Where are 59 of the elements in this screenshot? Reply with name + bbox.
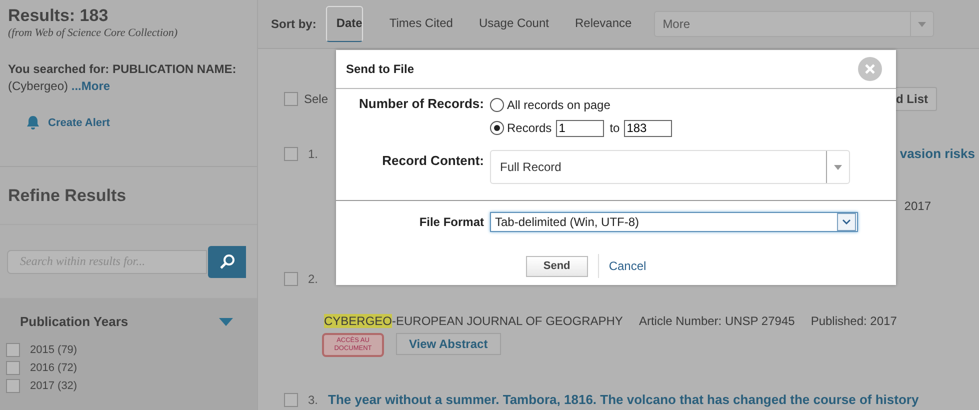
result-number: 3. bbox=[308, 392, 318, 406]
facet-option[interactable]: 2017 (32) bbox=[30, 380, 78, 392]
record-content-label: Record Content: bbox=[381, 152, 484, 170]
to-field[interactable]: 183 bbox=[624, 120, 672, 136]
number-of-records-label: Number of Records: bbox=[358, 95, 484, 113]
published-date: Published: 2017 bbox=[810, 314, 897, 328]
article-number: Article Number: UNSP 27945 bbox=[638, 314, 795, 328]
refine-heading: Refine Results bbox=[0, 167, 257, 225]
search-button[interactable] bbox=[208, 246, 246, 278]
facet-option[interactable]: 2015 (79) bbox=[30, 344, 78, 356]
result-title[interactable]: The year without a summer. Tambora, 1816. The volcano that has changed the course of history bbox=[328, 392, 919, 407]
from-field[interactable]: 1 bbox=[556, 120, 604, 136]
result-title[interactable]: vasion risks bbox=[900, 146, 975, 161]
search-icon bbox=[219, 254, 235, 270]
sort-label: Sort by: bbox=[271, 17, 316, 31]
result-checkbox[interactable] bbox=[284, 272, 298, 286]
results-heading: Results: 183 bbox=[8, 6, 110, 26]
sort-option[interactable]: Times Cited bbox=[389, 16, 453, 32]
more-dropdown[interactable]: More bbox=[654, 11, 934, 37]
view-abstract-button[interactable]: View Abstract bbox=[396, 333, 501, 355]
file-format-select[interactable]: Tab-delimited (Win, UTF-8) bbox=[490, 212, 858, 232]
dialog-title: Send to File bbox=[346, 62, 414, 76]
sort-option[interactable]: Date bbox=[326, 6, 364, 42]
facet-option[interactable]: 2016 (72) bbox=[30, 362, 78, 374]
facet-title: Publication Years bbox=[19, 314, 128, 329]
close-icon bbox=[865, 64, 875, 74]
sort-option[interactable]: Relevance bbox=[574, 16, 632, 32]
result-year: 2017 bbox=[903, 199, 932, 213]
more-link[interactable]: ...More bbox=[71, 79, 110, 93]
caret-icon bbox=[834, 164, 842, 170]
to-label: to bbox=[610, 121, 620, 135]
result-number: 2. bbox=[308, 272, 318, 286]
radio-label[interactable]: Records bbox=[507, 121, 552, 135]
radio-button[interactable] bbox=[490, 121, 504, 135]
journal-name: -EUROPEAN JOURNAL OF GEOGRAPHY bbox=[392, 314, 623, 328]
select-all-checkbox[interactable] bbox=[284, 92, 298, 106]
radio-label[interactable]: All records on page bbox=[507, 98, 610, 112]
radio-button[interactable] bbox=[490, 98, 504, 112]
source-note: (from Web of Science Core Collection) bbox=[8, 27, 179, 39]
record-content-select[interactable]: Full Record bbox=[490, 150, 850, 184]
search-summary: You searched for: PUBLICATION NAME: (Cybergeo) ...More bbox=[8, 61, 238, 95]
bell-icon bbox=[26, 115, 40, 130]
collapse-caret-icon[interactable] bbox=[219, 318, 233, 326]
create-alert-link[interactable]: Create Alert bbox=[48, 116, 110, 128]
facet-checkbox[interactable] bbox=[6, 343, 20, 357]
result-checkbox[interactable] bbox=[284, 146, 298, 160]
chevron-down-icon bbox=[842, 219, 851, 225]
cancel-link[interactable]: Cancel bbox=[608, 259, 646, 273]
send-button[interactable]: Send bbox=[526, 256, 588, 276]
facet-checkbox[interactable] bbox=[6, 361, 20, 375]
sort-option[interactable]: Usage Count bbox=[478, 16, 549, 32]
journal-highlight: CYBERGEO bbox=[324, 314, 392, 328]
select-all-label[interactable]: Sele bbox=[304, 92, 328, 106]
result-checkbox[interactable] bbox=[284, 392, 298, 406]
file-format-label: File Format bbox=[418, 215, 484, 229]
facet-checkbox[interactable] bbox=[6, 379, 20, 393]
caret-icon bbox=[918, 22, 926, 26]
result-number: 1. bbox=[308, 146, 318, 160]
close-button[interactable] bbox=[858, 57, 882, 81]
